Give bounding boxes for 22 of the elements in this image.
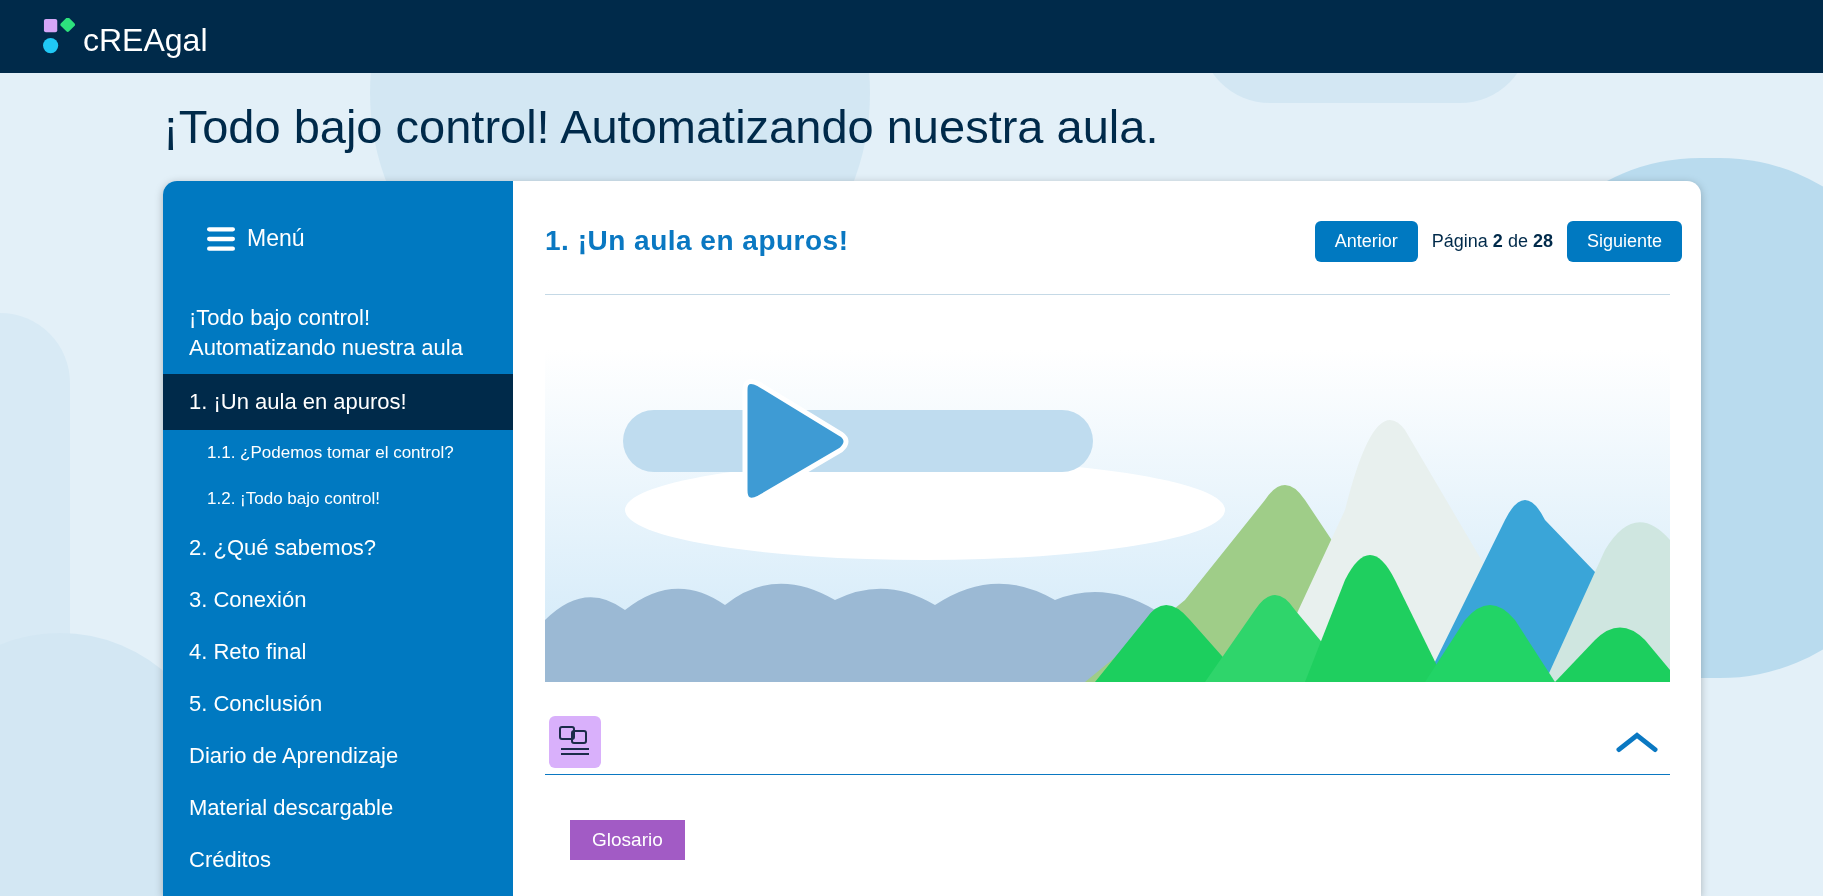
menu-item[interactable]: 2. ¿Qué sabemos? [163, 522, 513, 574]
submenu-item[interactable]: 1.1. ¿Podemos tomar el control? [163, 430, 513, 476]
menu-item[interactable]: Diario de Aprendizaje [163, 730, 513, 782]
logo-text[interactable]: cREAgal [83, 23, 208, 56]
dictionary-icon[interactable] [549, 716, 601, 768]
menu-item[interactable]: 4. Reto final [163, 626, 513, 678]
previous-button[interactable]: Anterior [1314, 220, 1418, 262]
page-title: ¡Todo bajo control! Automatizando nuestra aula. [163, 99, 1159, 155]
menu-icon [207, 226, 235, 251]
section-title: 1. ¡Un aula en apuros! [545, 225, 849, 257]
menu-item[interactable]: ¡Todo bajo control! Automatizando nuestra aula [163, 292, 513, 374]
submenu-item[interactable]: 1.2. ¡Todo bajo control! [163, 476, 513, 522]
menu-item[interactable]: 3. Conexión [163, 574, 513, 626]
chevron-icon[interactable] [1616, 731, 1658, 753]
next-button[interactable]: Siguiente [1566, 220, 1682, 262]
menu-item[interactable]: 5. Conclusión [163, 678, 513, 730]
glossary-button[interactable]: Glosario [570, 820, 685, 860]
menu-button[interactable]: Menú [163, 181, 513, 292]
page-counter: Página 2 de 28 [1431, 230, 1553, 252]
menu-item[interactable]: 1. ¡Un aula en apuros! [163, 374, 513, 430]
menu-item[interactable]: Material descargable [163, 782, 513, 834]
menu-item[interactable]: Créditos [163, 834, 513, 886]
